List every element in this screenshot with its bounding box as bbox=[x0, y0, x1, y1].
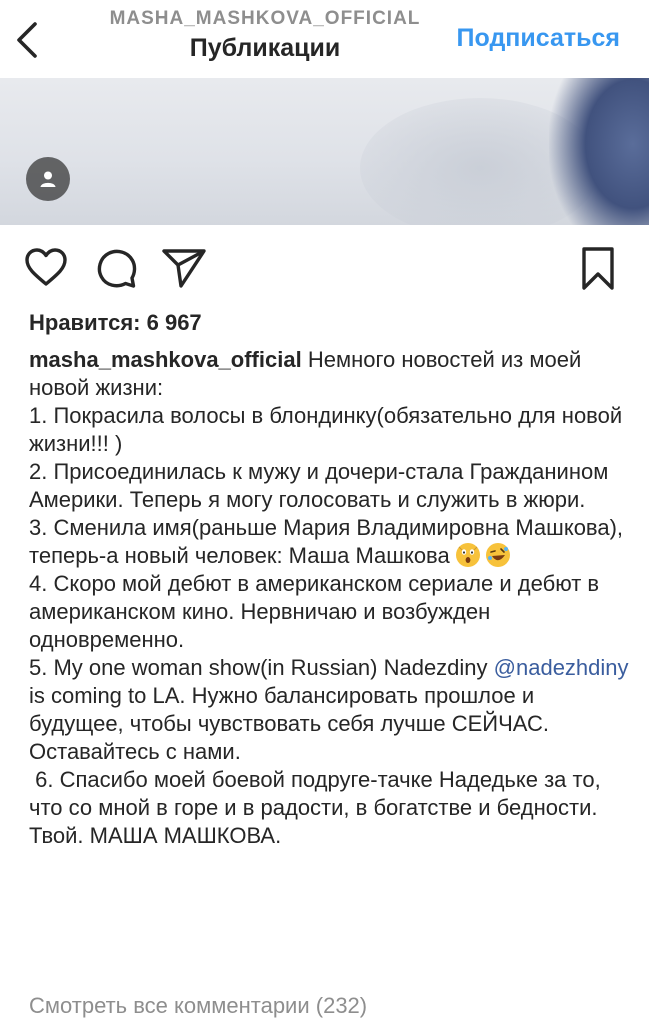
rolling-laughing-emoji-icon bbox=[485, 543, 510, 567]
caption-item-1: 1. Покрасила волосы в блондинку(обязател… bbox=[29, 403, 623, 456]
caption-item-5-after: is coming to LA. Нужно балансировать про… bbox=[29, 683, 549, 764]
caption-item-5: 5. My one woman show(in Russian) Nadezdi… bbox=[29, 654, 629, 766]
caption-item-6: 6. Спасибо моей боевой подруге-тачке Над… bbox=[29, 767, 607, 820]
view-all-comments-link[interactable]: Смотреть все комментарии (232) bbox=[29, 993, 367, 1019]
comment-icon bbox=[97, 249, 137, 288]
action-bar bbox=[0, 240, 649, 300]
post-image[interactable] bbox=[0, 78, 649, 225]
caption-item-3: 3. Сменила имя(раньше Мария Владимировна… bbox=[29, 514, 629, 570]
page-title: Публикации bbox=[189, 34, 341, 62]
caption-item-3-text: 3. Сменила имя(раньше Мария Владимировна… bbox=[29, 515, 624, 568]
like-button[interactable] bbox=[24, 246, 68, 295]
mention-link[interactable]: @nadezhdiny bbox=[494, 655, 629, 680]
caption-signature: Твой. МАША МАШКОВА. bbox=[29, 823, 282, 848]
header-username: MASHA_MASHKOVA_OFFICIAL bbox=[109, 8, 421, 29]
caption-item-2: 2. Присоединилась к мужу и дочери-стала … bbox=[29, 459, 609, 512]
share-button[interactable] bbox=[160, 246, 208, 295]
heart-icon bbox=[25, 248, 67, 286]
save-button[interactable] bbox=[580, 246, 616, 297]
paper-plane-icon bbox=[162, 249, 206, 288]
caption-username[interactable]: masha_mashkova_official bbox=[29, 347, 302, 372]
user-tag-button[interactable] bbox=[26, 157, 70, 201]
comment-button[interactable] bbox=[95, 246, 139, 295]
likes-count[interactable]: Нравится: 6 967 bbox=[29, 310, 202, 336]
caption-intro: masha_mashkova_official Немного новостей… bbox=[29, 346, 629, 402]
post-caption: masha_mashkova_official Немного новостей… bbox=[29, 346, 629, 850]
top-bar: MASHA_MASHKOVA_OFFICIAL Публикации Подпи… bbox=[0, 0, 649, 78]
image-shadow bbox=[549, 78, 649, 225]
caption-item-5-before: 5. My one woman show(in Russian) Nadezdi… bbox=[29, 655, 494, 680]
bookmark-icon bbox=[582, 247, 614, 290]
follow-button[interactable]: Подписаться bbox=[457, 24, 620, 53]
user-icon bbox=[40, 171, 56, 187]
caption-item-4: 4. Скоро мой дебют в американском сериал… bbox=[29, 571, 600, 652]
shocked-face-emoji-icon bbox=[455, 543, 480, 567]
